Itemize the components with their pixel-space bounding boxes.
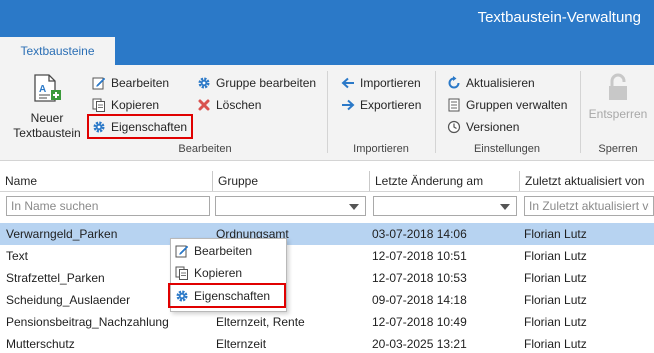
gruppe-filter-select[interactable] [215, 196, 366, 216]
copy-button[interactable]: Kopieren [92, 96, 159, 114]
new-document-icon: A [34, 74, 61, 102]
context-properties-highlight-box [168, 283, 286, 308]
unlock-icon [609, 73, 627, 100]
cell-gruppe: Elternzeit [216, 337, 267, 351]
window-title: Textbaustein-Verwaltung [477, 9, 641, 26]
context-menu-label: Kopieren [194, 266, 243, 280]
cell-name: Strafzettel_Parken [6, 271, 105, 285]
edit-group-button[interactable]: Gruppe bearbeiten [197, 74, 316, 92]
cell-gruppe: Elternzeit, Rente [216, 315, 305, 329]
group-label-sperren: Sperren [598, 143, 638, 155]
new-button-label-line2: Textbaustein [13, 126, 81, 140]
column-header-name[interactable]: Name [0, 171, 212, 191]
table-row[interactable]: Pensionsbeitrag_Nachzahlung Elternzeit, … [0, 311, 654, 333]
chevron-down-icon [349, 204, 359, 210]
properties-highlight-box [87, 114, 193, 139]
cell-name: Verwarngeld_Parken [6, 227, 118, 241]
table-row[interactable]: Verwarngeld_Parken Ordnungsamt 03-07-201… [0, 223, 654, 245]
gear-icon [198, 77, 210, 89]
new-textbaustein-button[interactable]: A Neuer Textbaustein [10, 73, 84, 141]
context-menu-item-copy[interactable]: Kopieren [175, 263, 242, 283]
group-label-importieren: Importieren [353, 143, 409, 155]
refresh-button[interactable]: Aktualisieren [447, 74, 535, 92]
manage-groups-label: Gruppen verwalten [466, 98, 568, 112]
table-row[interactable]: Scheidung_Auslaender 09-07-2018 14:18 Fl… [0, 289, 654, 311]
arrow-right-icon [342, 99, 355, 111]
cell-date: 09-07-2018 14:18 [372, 293, 467, 307]
refresh-icon [448, 76, 460, 89]
context-menu-item-edit[interactable]: Bearbeiten [175, 241, 252, 261]
column-header-gruppe[interactable]: Gruppe [212, 171, 369, 191]
cell-user: Florian Lutz [524, 249, 587, 263]
ribbon-tab-strip: Textbausteine [0, 37, 654, 65]
cell-user: Florian Lutz [524, 337, 587, 351]
cell-date: 12-07-2018 10:53 [372, 271, 467, 285]
delete-x-icon [198, 99, 210, 111]
delete-button[interactable]: Löschen [197, 96, 261, 114]
chevron-down-icon [500, 204, 510, 210]
edit-group-label: Gruppe bearbeiten [216, 76, 317, 90]
cell-name: Pensionsbeitrag_Nachzahlung [6, 315, 169, 329]
date-filter-select[interactable] [373, 196, 517, 216]
cell-user: Florian Lutz [524, 293, 587, 307]
edit-icon [92, 77, 106, 90]
cell-date: 12-07-2018 10:51 [372, 249, 467, 263]
copy-icon [92, 98, 105, 112]
group-label-einstellungen: Einstellungen [473, 143, 541, 155]
tab-textbausteine[interactable]: Textbausteine [0, 37, 115, 65]
unlock-button[interactable]: Entsperren [583, 73, 653, 121]
header-divider [0, 191, 654, 192]
edit-label: Bearbeiten [111, 76, 170, 90]
ribbon: A Neuer Textbaustein Bearbeiten Kopieren [0, 65, 654, 161]
import-button[interactable]: Importieren [341, 74, 421, 92]
group-label-bearbeiten: Bearbeiten [178, 143, 232, 155]
table-row[interactable]: Mutterschutz Elternzeit 20-03-2025 13:21… [0, 333, 654, 353]
export-button[interactable]: Exportieren [341, 96, 421, 114]
list-document-icon [448, 98, 460, 112]
svg-text:A: A [39, 84, 46, 95]
user-filter-input[interactable] [524, 196, 654, 216]
manage-groups-button[interactable]: Gruppen verwalten [447, 96, 567, 114]
new-button-label-line1: Neuer [30, 111, 64, 125]
versions-label: Versionen [466, 120, 520, 134]
cell-user: Florian Lutz [524, 271, 587, 285]
name-filter-input[interactable] [6, 196, 210, 216]
cell-date: 03-07-2018 14:06 [372, 227, 467, 241]
delete-label: Löschen [216, 98, 262, 112]
table-row[interactable]: Strafzettel_Parken 12-07-2018 10:53 Flor… [0, 267, 654, 289]
copy-label: Kopieren [111, 98, 160, 112]
cell-name: Scheidung_Auslaender [6, 293, 131, 307]
ribbon-separator [327, 71, 328, 153]
ribbon-separator [580, 71, 581, 153]
table-row[interactable]: Text 12-07-2018 10:51 Florian Lutz [0, 245, 654, 267]
refresh-label: Aktualisieren [466, 76, 535, 90]
arrow-left-icon [341, 77, 354, 89]
title-bar: Textbaustein-Verwaltung [0, 0, 654, 37]
copy-icon [175, 266, 188, 280]
context-menu-label: Bearbeiten [194, 244, 253, 258]
textbaustein-table: Name Gruppe Letzte Änderung am Zuletzt a… [0, 171, 654, 353]
versions-button[interactable]: Versionen [447, 118, 519, 136]
edit-icon [175, 245, 189, 258]
cell-name: Mutterschutz [6, 337, 75, 351]
column-header-letzte-aenderung[interactable]: Letzte Änderung am [369, 171, 519, 191]
cell-date: 20-03-2025 13:21 [372, 337, 467, 351]
import-label: Importieren [360, 76, 421, 90]
cell-name: Text [6, 249, 29, 263]
cell-date: 12-07-2018 10:49 [372, 315, 467, 329]
column-header-zuletzt-aktualisiert-von[interactable]: Zuletzt aktualisiert von [519, 171, 654, 191]
edit-button[interactable]: Bearbeiten [92, 74, 169, 92]
cell-user: Florian Lutz [524, 227, 587, 241]
export-label: Exportieren [360, 98, 422, 112]
cell-user: Florian Lutz [524, 315, 587, 329]
ribbon-separator [435, 71, 436, 153]
clock-icon [447, 120, 461, 134]
unlock-label: Entsperren [588, 107, 648, 121]
